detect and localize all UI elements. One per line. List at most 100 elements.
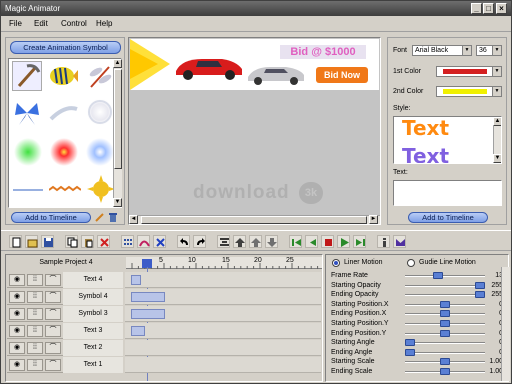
layer-name[interactable]: Text 1 [63,357,123,373]
guide-motion-radio[interactable] [407,259,415,267]
eye-icon[interactable]: ◉ [9,274,25,286]
symbol-swoosh[interactable] [49,99,79,127]
keyframe-span[interactable] [131,292,165,302]
eye-icon[interactable]: ◉ [9,359,25,371]
liner-motion-label[interactable]: Liner Motion [344,259,383,266]
text-add-to-timeline-button[interactable]: Add to Timeline [408,212,488,223]
minimize-button[interactable]: _ [471,3,482,14]
path-icon[interactable]: ⌒ [45,274,61,286]
property-slider[interactable] [405,310,485,318]
create-animation-symbol-button[interactable]: Create Animation Symbol [10,41,121,54]
symbol-green-glow[interactable] [13,137,43,167]
eye-icon[interactable]: ◉ [9,342,25,354]
slider-knob[interactable] [440,368,450,375]
guide-motion-label[interactable]: Gudie Line Motion [419,259,476,266]
close-button[interactable]: × [496,3,507,14]
tool-align[interactable] [217,235,230,248]
lock-icon[interactable]: ⁞⁞ [27,359,43,371]
property-slider[interactable] [405,272,485,279]
library-scroll-thumb[interactable] [114,69,122,169]
property-slider[interactable] [405,320,485,327]
color1-select[interactable]: ▼ [436,66,502,77]
liner-motion-radio[interactable] [332,259,340,267]
font-select[interactable]: Arial Black ▼ [412,45,472,56]
style-option-purple[interactable]: Text [402,145,449,163]
eye-icon[interactable]: ◉ [9,325,25,337]
frame-track[interactable] [125,272,321,288]
path-icon[interactable]: ⌒ [45,325,61,337]
tool-paste[interactable] [81,235,94,248]
lock-icon[interactable]: ⁞⁞ [27,342,43,354]
maximize-button[interactable]: □ [483,3,494,14]
layer-name[interactable]: Text 4 [63,272,123,288]
stage-h-scroll-thumb[interactable] [141,216,367,224]
lock-icon[interactable]: ⁞⁞ [27,325,43,337]
layer-name[interactable]: Symbol 4 [63,289,123,305]
eye-icon[interactable]: ◉ [9,308,25,320]
style-scrollbar[interactable]: ▲ ▼ [493,117,501,163]
path-icon[interactable]: ⌒ [45,342,61,354]
tool-new[interactable] [9,235,22,248]
scroll-up-icon[interactable]: ▲ [113,59,122,68]
tool-stop[interactable] [321,235,334,248]
layer-name[interactable]: Text 3 [63,323,123,339]
slider-knob[interactable] [440,320,450,327]
lock-icon[interactable]: ⁞⁞ [27,308,43,320]
tool-redo[interactable] [193,235,206,248]
layer-row[interactable]: ◉ ⁞⁞ ⌒ Text 1 [7,357,123,373]
frame-track[interactable] [125,306,321,322]
symbol-fish[interactable] [47,61,79,91]
properties-scrollbar[interactable] [501,267,510,381]
color2-select[interactable]: ▼ [436,86,502,97]
lock-icon[interactable]: ⁞⁞ [27,291,43,303]
property-slider[interactable] [405,291,485,299]
timeline-ruler[interactable]: 5 10 15 20 25 [126,257,322,269]
layer-row[interactable]: ◉ ⁞⁞ ⌒ Text 3 [7,323,123,339]
property-slider[interactable] [405,348,485,356]
frame-track[interactable] [125,340,321,356]
tool-motion[interactable] [137,235,150,248]
symbol-sun[interactable] [87,173,115,205]
path-icon[interactable]: ⌒ [45,308,61,320]
font-size-select[interactable]: 36 ▼ [476,45,502,56]
trash-icon[interactable] [108,212,118,222]
path-icon[interactable]: ⌒ [45,359,61,371]
tool-prev-frame[interactable] [305,235,318,248]
path-icon[interactable]: ⌒ [45,291,61,303]
tool-export[interactable] [393,235,406,248]
slider-knob[interactable] [433,272,443,279]
text-input[interactable] [393,180,502,206]
property-slider[interactable] [405,329,485,337]
property-slider[interactable] [405,281,485,289]
slider-knob[interactable] [405,348,415,356]
slider-knob[interactable] [475,281,485,289]
scroll-down-icon[interactable]: ▼ [113,198,122,207]
library-add-to-timeline-button[interactable]: Add to Timeline [11,212,91,223]
keyframe-span[interactable] [131,309,165,319]
tool-open[interactable] [25,235,38,248]
layer-name[interactable]: Text 2 [63,340,123,356]
keyframe-span[interactable] [131,275,141,285]
layer-row[interactable]: ◉ ⁞⁞ ⌒ Symbol 4 [7,289,123,305]
tool-move-up[interactable] [249,235,262,248]
tool-frames[interactable] [121,235,134,248]
symbol-blue-glow[interactable] [85,137,115,167]
scroll-left-icon[interactable]: ◄ [129,215,138,224]
layer-row[interactable]: ◉ ⁞⁞ ⌒ Symbol 3 [7,306,123,322]
symbol-blue-line[interactable] [13,175,43,205]
property-slider[interactable] [405,300,485,308]
tool-copy[interactable] [65,235,78,248]
tool-play[interactable] [337,235,350,248]
lock-icon[interactable]: ⁞⁞ [27,274,43,286]
tool-last-frame[interactable] [353,235,366,248]
slider-knob[interactable] [475,291,485,299]
scroll-down-icon[interactable]: ▼ [493,154,501,163]
symbol-dragonfly[interactable] [85,61,115,91]
slider-knob[interactable] [440,310,450,318]
property-slider[interactable] [405,358,485,366]
style-list[interactable]: Text Text ▲ ▼ [393,116,502,164]
tool-info[interactable] [377,235,390,248]
tool-move-down[interactable] [265,235,278,248]
stage-h-scrollbar[interactable]: ◄ ► [129,215,380,224]
scroll-right-icon[interactable]: ► [369,215,378,224]
